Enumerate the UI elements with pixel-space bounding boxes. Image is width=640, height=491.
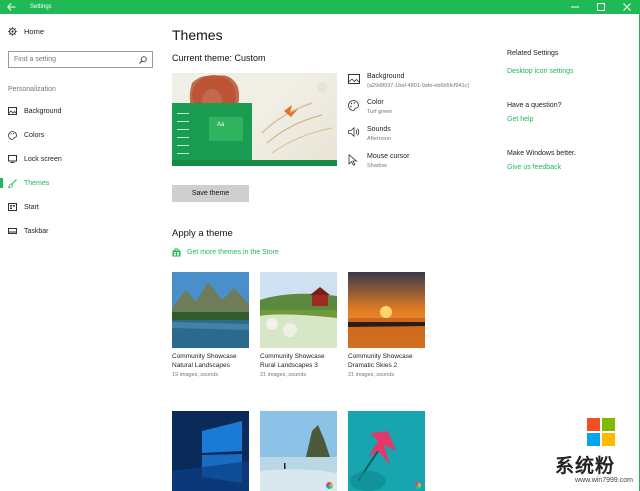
theme-card-flowers[interactable] [348,411,425,491]
active-indicator [0,178,3,188]
search-placeholder: Find a setting [14,56,57,63]
watermark-text: 系统粉 [555,456,616,477]
theme-thumbnail [172,411,249,491]
related-settings-heading: Related Settings [507,50,559,57]
property-name: Mouse cursor [367,153,410,160]
get-help-link[interactable]: Get help [507,116,533,123]
theme-thumbnail [260,272,337,348]
store-link-label: Get more themes in the Store [187,249,279,256]
window-title: Settings [30,4,52,10]
gear-icon [8,27,17,36]
theme-name-line1: Community Showcase [348,353,413,360]
theme-card-natural-landscapes[interactable]: Community Showcase Natural Landscapes 19… [172,272,249,378]
close-button[interactable] [614,0,640,14]
minimize-icon [571,6,579,8]
sidebar-item-label: Taskbar [24,227,49,235]
theme-meta: 19 images, sounds [172,372,219,378]
sidebar-item-taskbar[interactable]: Taskbar [0,222,160,240]
theme-thumbnail [260,411,337,491]
give-feedback-link[interactable]: Give us feedback [507,164,561,171]
search-input[interactable]: Find a setting [8,51,153,68]
theme-name-line1: Community Showcase [172,353,237,360]
save-theme-button[interactable]: Save theme [172,185,249,202]
sidebar-item-background[interactable]: Background [0,102,160,120]
theme-meta: 21 images, sounds [260,372,307,378]
property-value: Afternoon [367,136,391,142]
property-name: Color [367,99,384,106]
preview-tile: Aa [209,117,243,141]
store-icon [172,248,181,257]
sidebar-item-lock-screen[interactable]: Lock screen [0,150,160,168]
sidebar-item-themes[interactable]: Themes [0,174,160,192]
taskbar-icon [8,228,17,234]
theme-thumbnail [348,411,425,491]
maximize-icon [597,3,605,11]
sidebar-item-colors[interactable]: Colors [0,126,160,144]
theme-name-line2: Rural Landscapes 3 [260,362,318,369]
maximize-button[interactable] [588,0,614,14]
sidebar-item-label: Lock screen [24,155,62,163]
sidebar-home[interactable]: Home [8,27,44,36]
home-label: Home [24,27,45,36]
theme-card-dramatic-skies-2[interactable]: Community Showcase Dramatic Skies 2 21 i… [348,272,425,378]
back-arrow-icon [6,3,15,11]
watermark-url: www.win7999.com [575,477,633,484]
minimize-button[interactable] [562,0,588,14]
section-label: Personalization [8,86,56,93]
property-value: Turf green [367,109,393,115]
apply-theme-heading: Apply a theme [172,228,233,239]
theme-name-line2: Natural Landscapes [172,362,230,369]
sidebar-item-start[interactable]: Start [0,198,160,216]
theme-thumbnail [348,272,425,348]
theme-preview: Aa [172,73,337,166]
sidebar-item-label: Background [24,107,62,115]
color-swatch-icon [414,482,421,489]
picture-icon [8,107,17,115]
cursor-icon [348,154,358,166]
sidebar-item-label: Colors [24,131,45,139]
title-bar: Settings [0,0,640,14]
property-name: Background [367,73,405,80]
property-name: Sounds [367,126,391,133]
palette-icon [8,130,17,140]
feedback-heading: Make Windows better. [507,150,576,157]
preview-taskbar [172,160,337,166]
start-icon [8,203,17,211]
property-value: Shadow [367,163,387,169]
theme-name-line2: Dramatic Skies 2 [348,362,398,369]
theme-thumbnail [172,272,249,348]
theme-name-line1: Community Showcase [260,353,325,360]
close-icon [623,3,631,11]
sidebar: Home Find a setting Personalization Back… [0,14,160,491]
palette-icon [348,100,359,111]
property-value: {a29d8937-1baf-4801-9afe-eb6b5fcf941c} [367,83,470,89]
theme-card-rural-landscapes-3[interactable]: Community Showcase Rural Landscapes 3 21… [260,272,337,378]
windows-logo-icon [587,418,615,446]
picture-icon [348,74,360,84]
theme-card-windows[interactable] [172,411,249,491]
back-button[interactable] [0,0,22,14]
theme-card-beach[interactable] [260,411,337,491]
current-theme-heading: Current theme: Custom [172,53,266,63]
page-title: Themes [172,27,223,43]
desktop-icon-settings-link[interactable]: Desktop icon settings [507,68,574,75]
sidebar-item-label: Start [24,203,39,211]
monitor-icon [8,155,17,163]
store-link[interactable]: Get more themes in the Store [172,248,279,257]
speaker-icon [348,127,360,137]
color-swatch-icon [326,482,333,489]
brush-icon [8,178,17,188]
sidebar-item-label: Themes [24,179,50,187]
theme-meta: 21 images, sounds [348,372,395,378]
search-icon [139,56,147,64]
question-heading: Have a question? [507,102,562,109]
